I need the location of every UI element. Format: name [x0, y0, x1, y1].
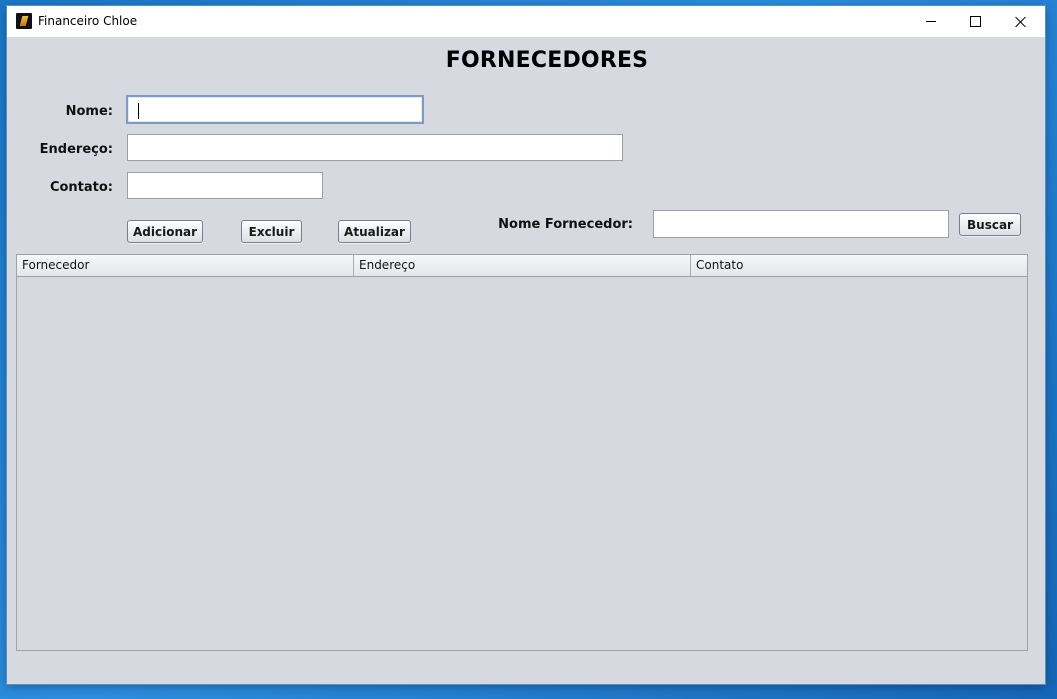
app-window: Financeiro Chloe FORNECEDORES Nome: Ende… — [7, 6, 1045, 684]
minimize-button[interactable] — [908, 6, 953, 37]
search-button[interactable]: Buscar — [959, 213, 1021, 236]
add-button[interactable]: Adicionar — [127, 220, 203, 243]
content-panel: FORNECEDORES Nome: Endereço: Contato: Ad… — [7, 37, 1045, 684]
nome-input[interactable] — [126, 95, 424, 124]
column-header-fornecedor[interactable]: Fornecedor — [17, 255, 354, 276]
close-icon — [1015, 16, 1027, 28]
app-icon — [16, 13, 32, 29]
column-header-contato[interactable]: Contato — [691, 255, 1027, 276]
contato-input[interactable] — [127, 172, 323, 199]
endereco-label: Endereço: — [39, 142, 113, 157]
column-header-endereco[interactable]: Endereço — [354, 255, 691, 276]
close-button[interactable] — [998, 6, 1043, 37]
search-label: Nome Fornecedor: — [498, 217, 633, 232]
table-header: Fornecedor Endereço Contato — [17, 255, 1027, 277]
search-input[interactable] — [653, 210, 949, 238]
text-caret — [138, 103, 139, 119]
contato-label: Contato: — [49, 180, 113, 195]
maximize-button[interactable] — [953, 6, 998, 37]
endereco-input[interactable] — [127, 134, 623, 161]
nome-label: Nome: — [65, 104, 113, 119]
maximize-icon — [970, 16, 981, 27]
page-title: FORNECEDORES — [445, 48, 649, 73]
suppliers-table[interactable]: Fornecedor Endereço Contato — [16, 254, 1028, 651]
window-title: Financeiro Chloe — [38, 14, 138, 28]
minimize-icon — [925, 21, 936, 22]
update-button[interactable]: Atualizar — [338, 220, 411, 243]
title-bar[interactable]: Financeiro Chloe — [7, 6, 1045, 37]
delete-button[interactable]: Excluir — [241, 220, 302, 243]
